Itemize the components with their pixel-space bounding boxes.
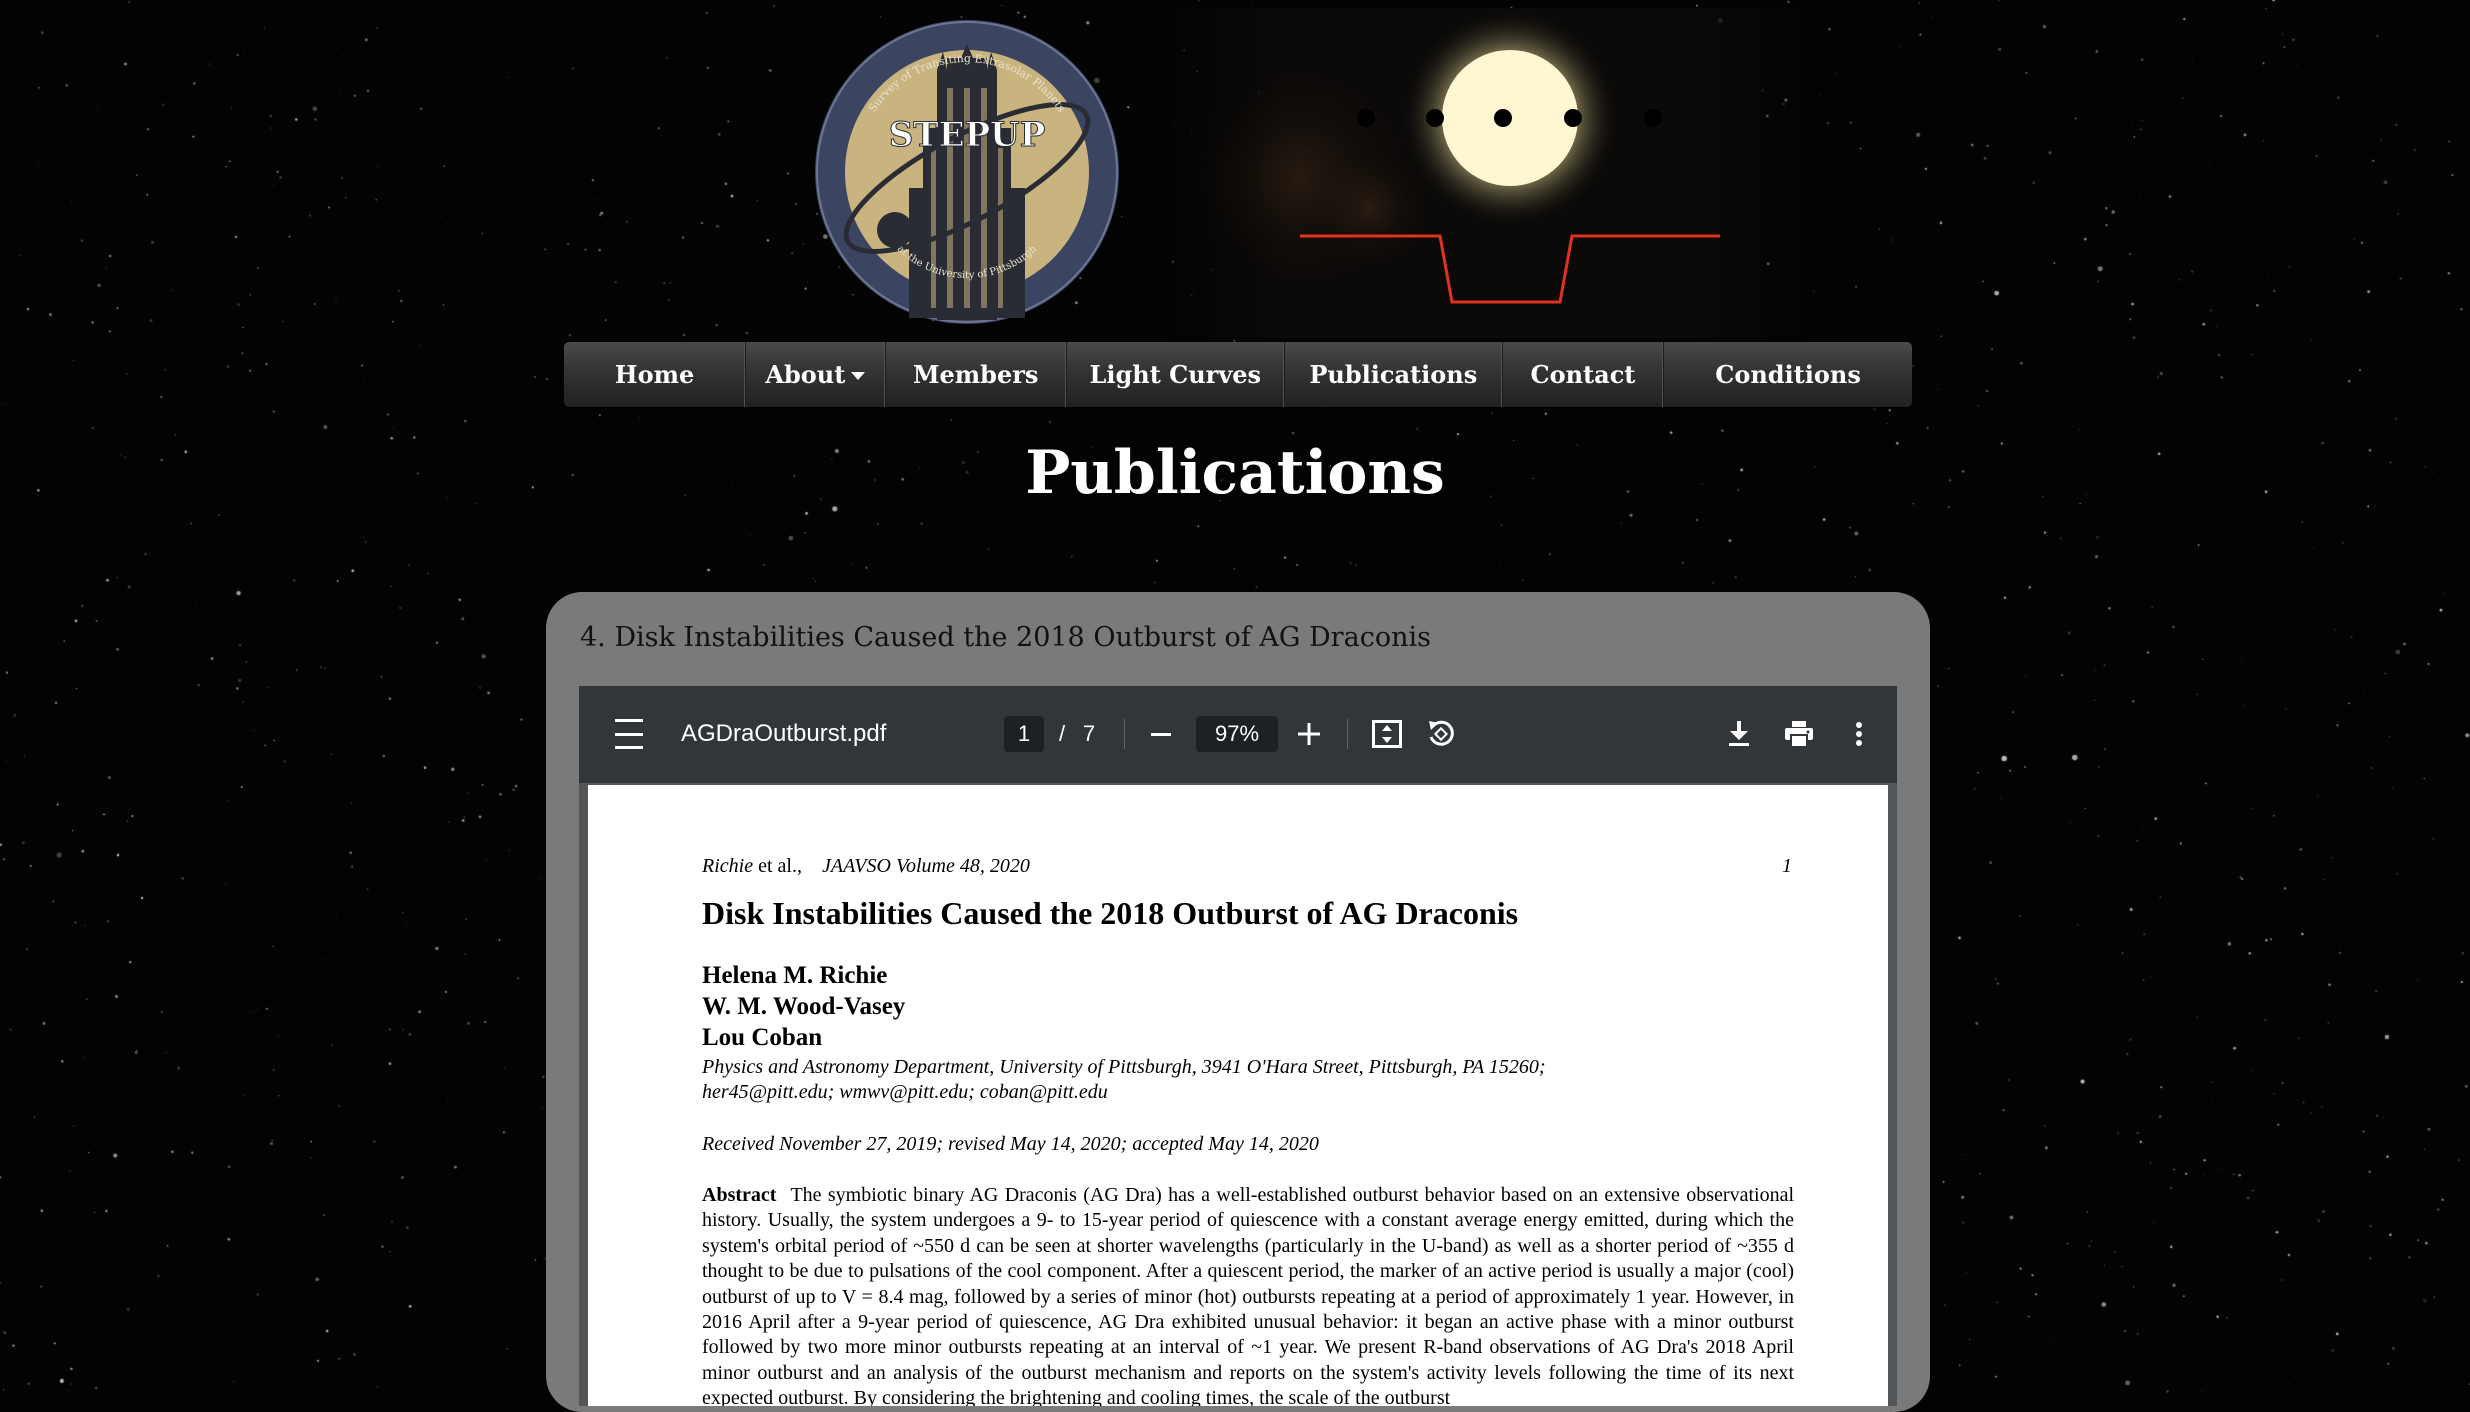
- abstract-label: Abstract: [702, 1184, 777, 1206]
- nav-members[interactable]: Members: [886, 342, 1067, 407]
- nav-publications[interactable]: Publications: [1285, 342, 1503, 407]
- chevron-down-icon: [851, 372, 866, 380]
- nav-contact-label: Contact: [1530, 360, 1636, 389]
- planet-icon: [877, 212, 913, 248]
- running-author: Richie: [702, 855, 754, 877]
- author-name: Lou Coban: [702, 1024, 823, 1051]
- nav-conditions[interactable]: Conditions: [1664, 342, 1912, 407]
- download-icon[interactable]: [1721, 716, 1757, 752]
- rotate-icon[interactable]: [1423, 716, 1459, 752]
- nav-members-label: Members: [912, 360, 1039, 389]
- stepup-logo[interactable]: STEPUP Survey of Transiting Extrasolar P…: [813, 18, 1121, 326]
- pdf-filename: AGDraOutburst.pdf: [681, 720, 887, 747]
- pdf-toolbar: AGDraOutburst.pdf 1 / 7 97%: [579, 686, 1897, 783]
- print-icon[interactable]: [1781, 716, 1817, 752]
- zoom-in-icon[interactable]: [1291, 716, 1327, 752]
- running-header: Richie et al., JAAVSO Volume 48, 2020: [702, 855, 1030, 878]
- affiliation-address: Physics and Astronomy Department, Univer…: [702, 1056, 1546, 1078]
- nav-publications-label: Publications: [1309, 360, 1478, 389]
- nav-about[interactable]: About: [746, 342, 886, 407]
- received-dates: Received November 27, 2019; revised May …: [702, 1133, 1319, 1155]
- menu-icon[interactable]: [613, 719, 645, 749]
- nav-home-label: Home: [614, 360, 695, 389]
- more-vertical-icon[interactable]: [1841, 716, 1877, 752]
- paper-title: Disk Instabilities Caused the 2018 Outbu…: [702, 895, 1519, 931]
- running-etal: et al.,: [758, 855, 802, 877]
- abstract: Abstract The symbiotic binary AG Draconis…: [702, 1183, 1794, 1406]
- nav-home[interactable]: Home: [564, 342, 747, 407]
- toolbar-divider: [1347, 719, 1348, 749]
- fit-page-icon[interactable]: [1369, 716, 1405, 752]
- main-nav: Home About Members Light Curves Publicat…: [564, 342, 1912, 407]
- nav-conditions-label: Conditions: [1715, 360, 1861, 389]
- pdf-viewer[interactable]: AGDraOutburst.pdf 1 / 7 97% Richie et al…: [579, 686, 1897, 1406]
- affiliation: Physics and Astronomy Department, Univer…: [702, 1055, 1802, 1105]
- author-name: Helena M. Richie: [702, 962, 888, 989]
- abstract-text: The symbiotic binary AG Draconis (AG Dra…: [702, 1184, 1794, 1406]
- toolbar-divider: [1124, 719, 1125, 749]
- nav-light-curves[interactable]: Light Curves: [1067, 342, 1285, 407]
- affiliation-emails: her45@pitt.edu; wmwv@pitt.edu; coban@pit…: [702, 1081, 1108, 1103]
- zoom-input[interactable]: 97%: [1196, 716, 1278, 752]
- running-journal: JAAVSO Volume 48, 2020: [821, 855, 1030, 877]
- nav-contact[interactable]: Contact: [1503, 342, 1665, 407]
- page-title: Publications: [1025, 438, 1445, 508]
- zoom-out-icon[interactable]: [1143, 716, 1179, 752]
- page-total: 7: [1082, 721, 1096, 746]
- page-number-input[interactable]: 1: [1004, 716, 1044, 752]
- nav-about-label: About: [765, 360, 846, 389]
- pdf-page[interactable]: Richie et al., JAAVSO Volume 48, 2020 1 …: [588, 785, 1888, 1406]
- publication-card: 4. Disk Instabilities Caused the 2018 Ou…: [546, 592, 1930, 1412]
- author-list: Helena M. Richie W. M. Wood-Vasey Lou Co…: [702, 960, 905, 1053]
- nav-light-curves-label: Light Curves: [1089, 360, 1262, 389]
- publication-heading: 4. Disk Instabilities Caused the 2018 Ou…: [580, 622, 1431, 653]
- transit-banner-image: [1150, 8, 1825, 338]
- page-separator: /: [1058, 721, 1066, 746]
- logo-title: STEPUP: [889, 115, 1046, 155]
- author-name: W. M. Wood-Vasey: [702, 993, 906, 1020]
- page-number: 1: [1782, 855, 1792, 877]
